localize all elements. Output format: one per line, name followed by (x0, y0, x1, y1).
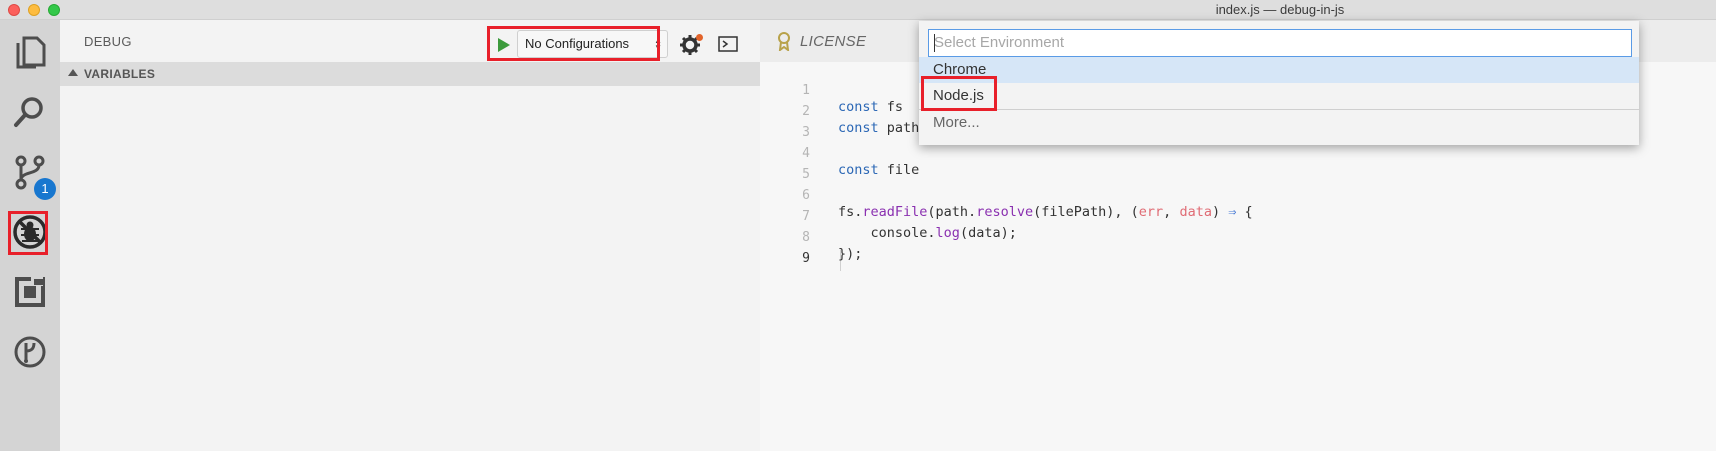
code-line: 3 (760, 109, 825, 140)
license-icon (778, 32, 790, 51)
environment-option-nodejs[interactable]: Node.js (919, 83, 1639, 109)
files-icon (16, 36, 46, 69)
environment-option-more[interactable]: More... (919, 109, 1639, 135)
code-line: 2 const path (760, 88, 919, 136)
chevron-down-icon (68, 69, 78, 76)
debug-activity-highlight (8, 211, 48, 255)
environment-option-chrome[interactable]: Chrome (919, 57, 1639, 83)
code-line: 6 fs.readFile(path.resolve(filePath), (e… (760, 172, 1252, 220)
search-icon (14, 97, 43, 127)
vscode-window: index.js — debug-in-js 1 DEBUG No Config… (0, 0, 1716, 451)
line-text: console.log(data); (838, 225, 1017, 241)
zoom-window-button[interactable] (48, 4, 60, 16)
activity-search[interactable] (6, 88, 54, 136)
line-text: }); (838, 246, 863, 262)
code-line: 5 (760, 151, 825, 182)
debug-view: DEBUG No Configurations ▲ ▼ VARIABLES (60, 20, 760, 451)
line-text: const fs (838, 99, 912, 115)
tab-license[interactable]: LICENSE (760, 20, 905, 62)
activity-explorer[interactable] (6, 28, 54, 76)
line-text: const file (838, 162, 920, 178)
variables-section-header[interactable]: VARIABLES (60, 62, 760, 86)
code-line: 4 const file (760, 130, 919, 178)
nodejs-option-highlight (921, 76, 997, 111)
activity-extensions[interactable] (6, 268, 54, 316)
config-warning-dot (696, 34, 703, 41)
close-window-button[interactable] (8, 4, 20, 16)
environment-input-placeholder: Select Environment (934, 34, 1065, 51)
code-line: 8 }); (760, 214, 862, 262)
section-label: VARIABLES (84, 67, 156, 81)
debug-console-icon[interactable] (717, 34, 739, 54)
text-cursor (934, 34, 935, 52)
minimize-window-button[interactable] (28, 4, 40, 16)
line-text: fs.readFile(path.resolve(filePath), (err… (838, 204, 1253, 220)
select-environment-quick-pick: Select Environment Chrome Node.js More..… (919, 21, 1639, 145)
window-title: index.js — debug-in-js (1215, 2, 1345, 17)
title-bar: index.js — debug-in-js (0, 0, 1716, 20)
remote-icon (14, 336, 46, 368)
code-line: 7 console.log(data); (760, 193, 1017, 241)
line-text: const path (838, 120, 920, 136)
line-number-active: 9 (802, 251, 810, 266)
environment-search-input[interactable]: Select Environment (928, 29, 1632, 57)
config-toolbar-highlight (487, 26, 660, 61)
code-line: 9 (760, 235, 825, 266)
panel-title: DEBUG (84, 34, 132, 49)
code-line: 1 const fs (760, 67, 903, 115)
extensions-icon (15, 277, 45, 307)
activity-remote[interactable] (6, 328, 54, 376)
activity-bar: 1 (0, 20, 60, 451)
source-control-badge: 1 (34, 178, 56, 200)
tab-label: LICENSE (800, 32, 867, 50)
activity-source-control[interactable]: 1 (6, 148, 56, 200)
